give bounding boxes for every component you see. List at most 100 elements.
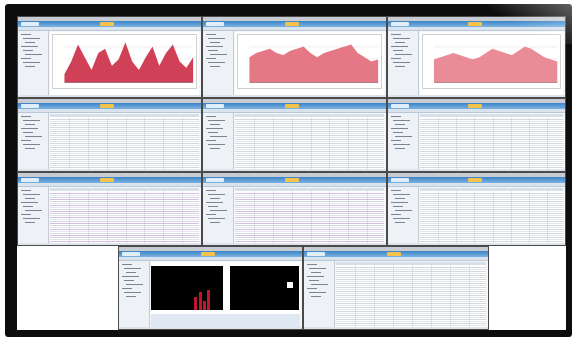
- table-row[interactable]: [235, 225, 384, 226]
- tree-node[interactable]: [393, 132, 403, 133]
- tree-node[interactable]: [25, 222, 35, 223]
- table-row[interactable]: [420, 225, 563, 226]
- table-row[interactable]: [50, 241, 199, 242]
- tree-node[interactable]: [391, 116, 401, 117]
- tree-node[interactable]: [311, 296, 321, 297]
- table-row[interactable]: [420, 167, 563, 168]
- table-row[interactable]: [235, 239, 384, 240]
- tree-node[interactable]: [21, 190, 31, 191]
- table-row[interactable]: [336, 289, 486, 290]
- tree-node[interactable]: [395, 222, 405, 223]
- tree-node[interactable]: [23, 218, 40, 219]
- table-header[interactable]: [420, 188, 563, 191]
- table-row[interactable]: [50, 119, 199, 120]
- table-row[interactable]: [336, 291, 486, 292]
- table-row[interactable]: [235, 147, 384, 148]
- table-row[interactable]: [420, 133, 563, 134]
- table-row[interactable]: [235, 145, 384, 146]
- navigation-tree[interactable]: [388, 187, 419, 245]
- tree-node[interactable]: [208, 206, 218, 207]
- table-row[interactable]: [336, 325, 486, 326]
- tree-node[interactable]: [391, 202, 408, 203]
- table-row[interactable]: [235, 125, 384, 126]
- table-row[interactable]: [336, 279, 486, 280]
- tree-node[interactable]: [23, 62, 40, 63]
- tree-node[interactable]: [126, 272, 136, 273]
- tree-node[interactable]: [208, 194, 225, 195]
- table-header[interactable]: [235, 188, 384, 191]
- tree-node[interactable]: [21, 116, 31, 117]
- tree-node[interactable]: [21, 140, 31, 141]
- table-row[interactable]: [420, 163, 563, 164]
- tree-node[interactable]: [206, 116, 216, 117]
- tree-node[interactable]: [122, 288, 132, 289]
- tree-node[interactable]: [393, 50, 403, 51]
- table-row[interactable]: [235, 163, 384, 164]
- table-row[interactable]: [50, 239, 199, 240]
- table-row[interactable]: [235, 205, 384, 206]
- table-row[interactable]: [420, 141, 563, 142]
- table-row[interactable]: [420, 229, 563, 230]
- table-row[interactable]: [235, 221, 384, 222]
- navigation-tree[interactable]: [388, 113, 419, 171]
- table-row[interactable]: [336, 311, 486, 312]
- table-row[interactable]: [336, 317, 486, 318]
- table-row[interactable]: [420, 159, 563, 160]
- table-row[interactable]: [50, 197, 199, 198]
- table-row[interactable]: [50, 167, 199, 168]
- table-row[interactable]: [420, 139, 563, 140]
- table-row[interactable]: [235, 207, 384, 208]
- table-row[interactable]: [235, 127, 384, 128]
- table-row[interactable]: [50, 157, 199, 158]
- table-row[interactable]: [235, 211, 384, 212]
- table-row[interactable]: [50, 135, 199, 136]
- table-row[interactable]: [235, 143, 384, 144]
- table-row[interactable]: [235, 141, 384, 142]
- table-row[interactable]: [420, 201, 563, 202]
- table-row[interactable]: [50, 159, 199, 160]
- table-row[interactable]: [420, 143, 563, 144]
- table-row[interactable]: [420, 213, 563, 214]
- tree-node[interactable]: [21, 128, 38, 129]
- table-header[interactable]: [336, 262, 486, 265]
- tree-node[interactable]: [210, 210, 227, 211]
- table-row[interactable]: [50, 201, 199, 202]
- table-row[interactable]: [50, 193, 199, 194]
- table-row[interactable]: [420, 121, 563, 122]
- tree-node[interactable]: [23, 144, 40, 145]
- tree-node[interactable]: [206, 140, 216, 141]
- table-row[interactable]: [336, 287, 486, 288]
- table-row[interactable]: [420, 207, 563, 208]
- table-row[interactable]: [235, 219, 384, 220]
- tree-node[interactable]: [122, 264, 132, 265]
- tree-node[interactable]: [393, 144, 410, 145]
- table-header[interactable]: [50, 114, 199, 117]
- tree-node[interactable]: [393, 120, 410, 121]
- table-header[interactable]: [50, 188, 199, 191]
- tree-node[interactable]: [395, 54, 412, 55]
- table-row[interactable]: [420, 203, 563, 204]
- table-row[interactable]: [50, 217, 199, 218]
- table-row[interactable]: [50, 155, 199, 156]
- tree-node[interactable]: [210, 148, 220, 149]
- table-row[interactable]: [50, 223, 199, 224]
- tree-node[interactable]: [206, 34, 216, 35]
- table-row[interactable]: [420, 221, 563, 222]
- table-row[interactable]: [235, 167, 384, 168]
- navigation-tree[interactable]: [388, 31, 419, 97]
- tree-node[interactable]: [395, 210, 412, 211]
- table-row[interactable]: [336, 285, 486, 286]
- table-row[interactable]: [235, 129, 384, 130]
- table-row[interactable]: [336, 281, 486, 282]
- tree-node[interactable]: [393, 218, 410, 219]
- table-row[interactable]: [420, 217, 563, 218]
- table-row[interactable]: [420, 125, 563, 126]
- table-row[interactable]: [50, 207, 199, 208]
- tree-node[interactable]: [25, 124, 35, 125]
- tree-node[interactable]: [395, 148, 405, 149]
- tree-node[interactable]: [391, 140, 401, 141]
- tree-node[interactable]: [206, 128, 223, 129]
- table-row[interactable]: [420, 153, 563, 154]
- table-row[interactable]: [235, 123, 384, 124]
- table-row[interactable]: [235, 237, 384, 238]
